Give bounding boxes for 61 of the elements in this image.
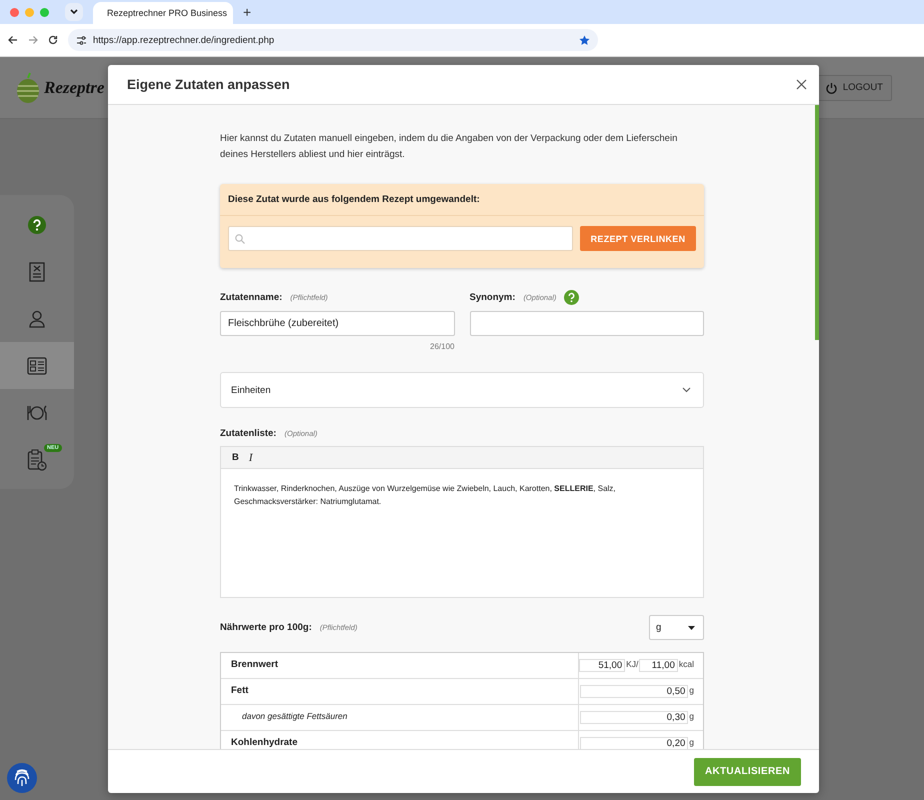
tab-title: Rezeptrechner PRO Business: [107, 8, 228, 18]
unit-label: g: [689, 737, 694, 747]
value-input-field[interactable]: 51,00: [579, 659, 626, 672]
tab-list-button[interactable]: [65, 3, 83, 21]
sidebar-item[interactable]: [0, 342, 74, 389]
bold-button[interactable]: B: [232, 452, 239, 463]
nutrient-label: Fett: [221, 679, 579, 704]
maximize-window-button[interactable]: [40, 8, 49, 16]
chevron-down-icon: [682, 387, 691, 393]
search-icon: [235, 234, 245, 244]
value-input-field[interactable]: 0,50: [580, 685, 688, 698]
field-label: Nährwerte pro 100g:: [220, 622, 312, 633]
logo-text: Rezeptre: [44, 78, 104, 98]
field-label: Zutatenliste:: [220, 428, 276, 438]
units-accordion[interactable]: Einheiten: [220, 372, 704, 408]
nutrient-label: Kohlenhydrate: [221, 731, 579, 749]
dialog-title: Eigene Zutaten anpassen: [127, 77, 290, 92]
unit-label: g: [689, 685, 694, 695]
help-icon: [28, 216, 46, 234]
field-label: Zutatenname:: [220, 292, 282, 302]
close-window-button[interactable]: [10, 8, 19, 16]
nutrient-label: davon gesättigte Fettsäuren: [221, 705, 579, 730]
unit-select[interactable]: g: [649, 615, 704, 640]
reload-icon[interactable]: [48, 35, 58, 45]
recipe-search-field[interactable]: [228, 226, 573, 251]
value-input-field[interactable]: 0,30: [580, 711, 688, 724]
scrollbar[interactable]: [815, 105, 819, 340]
forward-icon[interactable]: [28, 35, 38, 45]
synonym-input-field[interactable]: [470, 311, 704, 336]
fingerprint-icon[interactable]: [7, 763, 37, 793]
logout-button[interactable]: LOGOUT: [816, 74, 892, 100]
linked-recipe-panel: Diese Zutat wurde aus folgendem Rezept umgewandelt: REZEPT VERLINKEN: [220, 184, 704, 268]
document-icon: [29, 262, 45, 282]
power-icon: [826, 82, 837, 94]
unit-label: kcal: [678, 659, 694, 669]
plate-cutlery-icon: [26, 404, 48, 422]
browser-tab[interactable]: Rezeptrechner PRO Business: [93, 2, 233, 24]
list-icon: [27, 356, 47, 374]
unit-label: KJ/: [626, 659, 638, 669]
intro-text: Hier kannst du Zutaten manuell eingeben, indem du die Angaben von der Verpackung oder dem Lieferschein deines Herstellers abliest und hier einträgst.: [220, 132, 678, 162]
back-icon[interactable]: [8, 35, 18, 45]
bookmark-star-icon[interactable]: [579, 34, 590, 46]
italic-button[interactable]: I: [248, 452, 253, 464]
ingredient-list-editor[interactable]: B I Trinkwasser, Rinderknochen, Auszüge von Wurzelgemüse wie Zwiebeln, Lauch, Karotten, SELLERIE, Salz, Geschmacksverstärker: Natriumglutamat.: [220, 446, 704, 598]
value-input-field[interactable]: 11,00: [639, 659, 678, 672]
value-input-field[interactable]: 0,20: [580, 737, 688, 749]
close-icon[interactable]: [796, 79, 807, 90]
apple-logo-icon: [16, 72, 40, 104]
site-settings-icon: [76, 36, 87, 44]
nutrient-label: Brennwert: [221, 653, 579, 678]
dropdown-arrow-icon: [688, 626, 695, 630]
clipboard-icon: [27, 448, 47, 470]
help-icon[interactable]: [564, 290, 580, 304]
field-label: Synonym:: [470, 292, 516, 302]
person-icon: [28, 310, 46, 328]
name-input-field[interactable]: Fleischbrühe (zubereitet): [220, 311, 454, 336]
chevron-down-icon: [70, 9, 78, 15]
character-counter: 26/100: [430, 342, 454, 351]
unit-label: g: [689, 711, 694, 721]
address-bar[interactable]: https://app.rezeptrechner.de/ingredient.php: [68, 29, 598, 51]
new-tab-button[interactable]: +: [243, 5, 252, 19]
